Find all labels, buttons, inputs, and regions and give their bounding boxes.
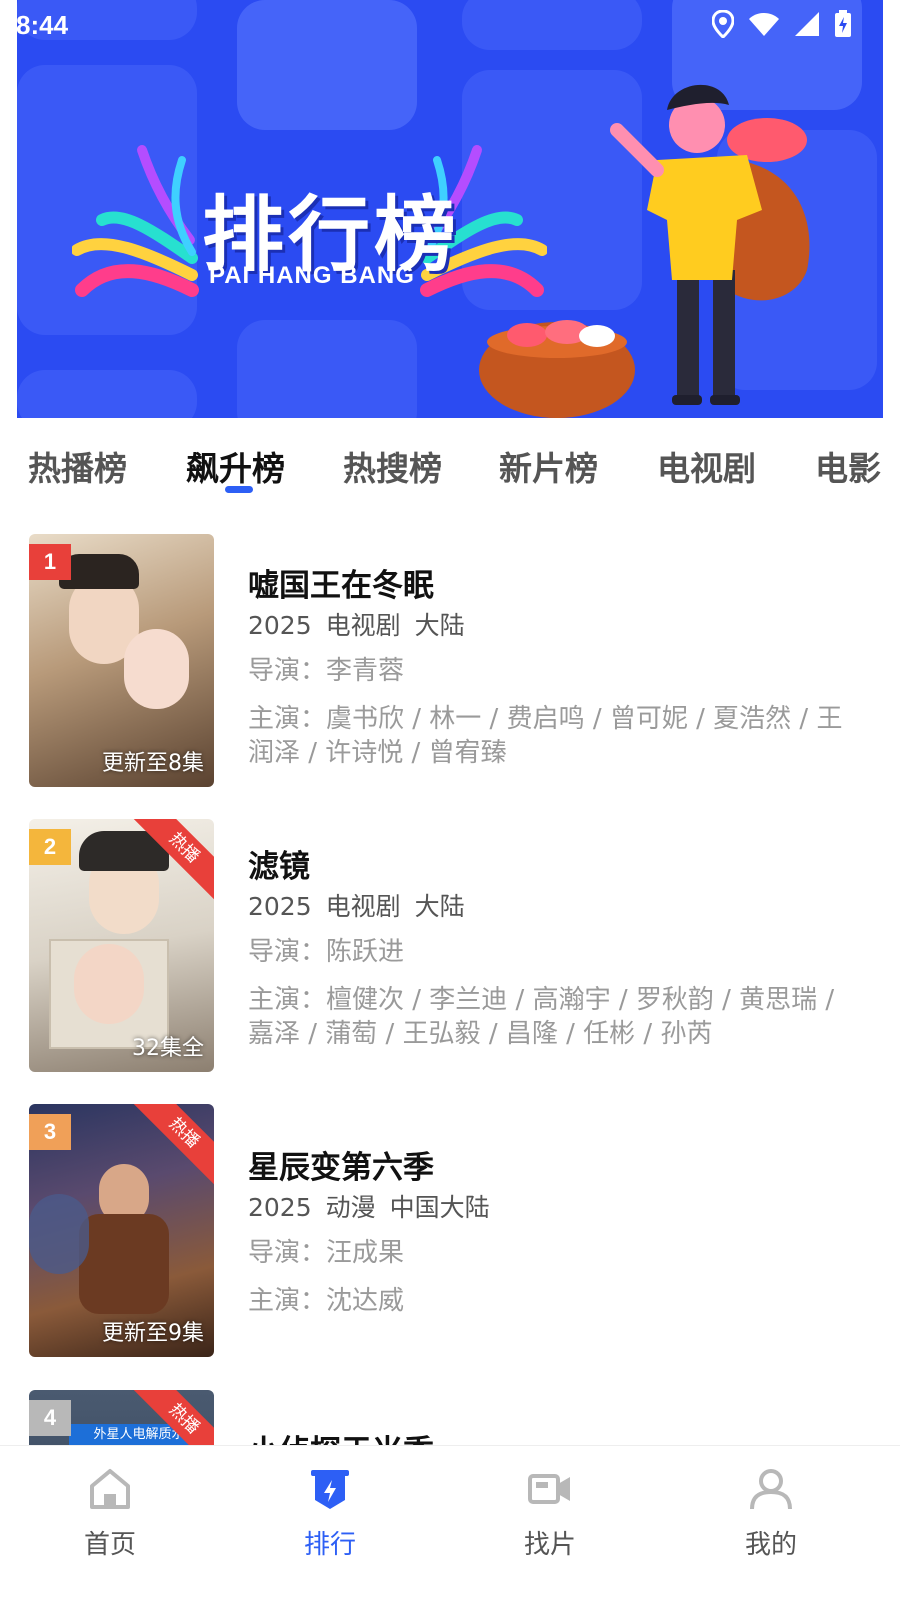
poster-image[interactable]: 3 热播 更新至9集 <box>29 1104 214 1357</box>
status-bar: 8:44 <box>0 0 900 48</box>
ranking-tabs: 热播榜 飙升榜 热搜榜 新片榜 电视剧 电影 <box>0 430 900 500</box>
item-region: 大陆 <box>414 892 465 921</box>
item-genre: 动漫 <box>325 1193 376 1222</box>
nav-home[interactable]: 首页 <box>50 1466 170 1561</box>
item-cast: 主演：沈达威 <box>248 1286 405 1316</box>
item-year: 2025 <box>248 611 312 640</box>
poster-image[interactable]: 1 更新至8集 <box>29 534 214 787</box>
status-time: 8:44 <box>16 10 69 40</box>
tab-rising[interactable]: 飙升榜 <box>186 442 285 490</box>
battery-icon <box>835 10 851 37</box>
nav-profile-label: 我的 <box>744 1530 797 1560</box>
item-meta: 2025 电视剧 大陆 <box>248 887 479 923</box>
tab-hot-play[interactable]: 热播榜 <box>28 442 127 490</box>
item-director: 导演：李青蓉 <box>248 656 405 686</box>
item-title[interactable]: 星辰变第六季 <box>248 1142 434 1187</box>
item-cast: 主演：虞书欣 / 林一 / 费启鸣 / 曾可妮 / 夏浩然 / 王润泽 / 许诗… <box>248 704 843 768</box>
ranking-banner: 排行榜 PAI HANG BANG <box>17 0 883 418</box>
left-splash-decoration <box>72 145 199 297</box>
item-director: 导演：陈跃进 <box>248 937 405 967</box>
home-icon <box>90 1469 130 1509</box>
item-region: 大陆 <box>414 611 465 640</box>
wifi-icon <box>749 13 779 36</box>
banner-subtitle: PAI HANG BANG <box>209 262 415 289</box>
episode-status: 更新至8集 <box>102 751 204 776</box>
tab-new-release[interactable]: 新片榜 <box>499 442 598 490</box>
nav-profile[interactable]: 我的 <box>711 1466 831 1561</box>
bottom-navigation: 首页 排行 找片 我的 <box>0 1445 900 1600</box>
nav-ranking-label: 排行 <box>303 1530 356 1560</box>
list-item[interactable]: 1 更新至8集 嘘国王在冬眠 2025 电视剧 大陆 导演：李青蓉 主演：虞书欣 /… <box>0 534 900 794</box>
location-icon <box>712 10 734 38</box>
active-tab-indicator <box>225 486 253 493</box>
nav-find-video-label: 找片 <box>523 1530 576 1560</box>
item-genre: 电视剧 <box>325 611 401 640</box>
item-year: 2025 <box>248 1193 312 1222</box>
item-title[interactable]: 滤镜 <box>248 841 310 886</box>
item-meta: 2025 动漫 中国大陆 <box>248 1188 504 1224</box>
item-year: 2025 <box>248 892 312 921</box>
nav-find-video[interactable]: 找片 <box>490 1466 610 1561</box>
item-region: 中国大陆 <box>389 1193 490 1222</box>
list-item[interactable]: 2 热播 32集全 滤镜 2025 电视剧 大陆 导演：陈跃进 主演：檀健次 / 李… <box>0 819 900 1079</box>
item-genre: 电视剧 <box>325 892 401 921</box>
character-illustration <box>479 84 810 418</box>
episode-status: 32集全 <box>132 1036 204 1061</box>
nav-home-label: 首页 <box>83 1530 136 1560</box>
tab-tv-series[interactable]: 电视剧 <box>657 442 756 490</box>
rank-badge: 1 <box>29 544 71 580</box>
tab-movies[interactable]: 电影 <box>815 442 881 490</box>
video-icon <box>528 1474 570 1504</box>
signal-icon <box>795 12 819 36</box>
item-title[interactable]: 嘘国王在冬眠 <box>248 560 434 605</box>
item-meta: 2025 电视剧 大陆 <box>248 606 479 642</box>
item-director: 导演：汪成果 <box>248 1238 405 1268</box>
nav-ranking[interactable]: 排行 <box>270 1466 390 1561</box>
tab-hot-search[interactable]: 热搜榜 <box>343 442 442 490</box>
rank-badge: 4 <box>29 1400 71 1436</box>
episode-status: 更新至9集 <box>102 1321 204 1346</box>
item-cast: 主演：檀健次 / 李兰迪 / 高瀚宇 / 罗秋韵 / 黄思瑞 / 嘉泽 / 蒲萄… <box>248 985 835 1049</box>
profile-icon <box>750 1469 792 1510</box>
rank-badge: 3 <box>29 1114 71 1150</box>
poster-image[interactable]: 2 热播 32集全 <box>29 819 214 1072</box>
ranking-icon <box>311 1470 349 1509</box>
rank-badge: 2 <box>29 829 71 865</box>
list-item[interactable]: 3 热播 更新至9集 星辰变第六季 2025 动漫 中国大陆 导演：汪成果 主演：沈… <box>0 1104 900 1364</box>
